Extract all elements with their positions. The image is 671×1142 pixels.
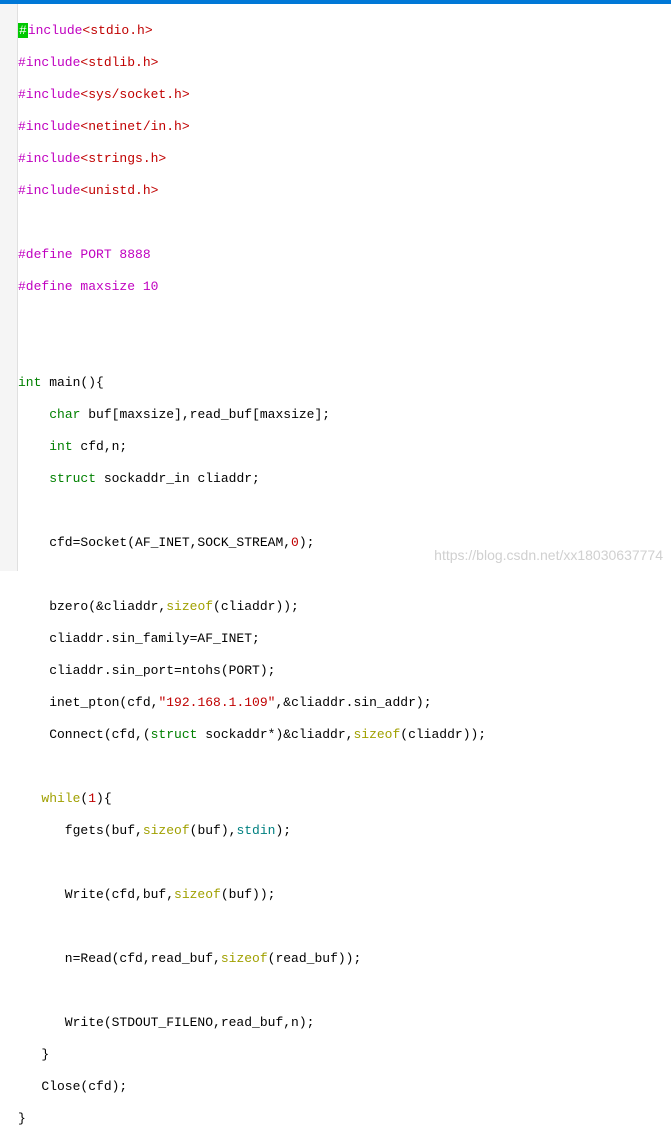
code-text: Connect(cfd,( xyxy=(18,727,151,742)
code-line: inet_pton(cfd,"192.168.1.109",&cliaddr.s… xyxy=(18,695,671,711)
code-line: int cfd,n; xyxy=(18,439,671,455)
code-text: (cliaddr)); xyxy=(400,727,486,742)
code-text: Close(cfd); xyxy=(18,1079,127,1094)
code-line xyxy=(18,855,671,871)
code-text: ,&cliaddr.sin_addr); xyxy=(275,695,431,710)
code-line xyxy=(18,567,671,583)
code-line: cfd=Socket(AF_INET,SOCK_STREAM,0); xyxy=(18,535,671,551)
code-line: } xyxy=(18,1047,671,1063)
preproc-directive: #include xyxy=(18,119,80,134)
keyword-type: char xyxy=(49,407,80,422)
preproc-directive: #include xyxy=(18,151,80,166)
code-text: buf[maxsize],read_buf[maxsize]; xyxy=(80,407,330,422)
number-literal: 1 xyxy=(88,791,96,806)
code-line: Connect(cfd,(struct sockaddr*)&cliaddr,s… xyxy=(18,727,671,743)
code-line: } xyxy=(18,1111,671,1127)
code-line: #include<strings.h> xyxy=(18,151,671,167)
keyword-type: int xyxy=(18,375,41,390)
editor-container: #include<stdio.h> #include<stdlib.h> #in… xyxy=(0,4,671,571)
keyword: sizeof xyxy=(166,599,213,614)
code-line: Write(cfd,buf,sizeof(buf)); xyxy=(18,887,671,903)
header-name: <strings.h> xyxy=(80,151,166,166)
code-line: #include<sys/socket.h> xyxy=(18,87,671,103)
code-line: while(1){ xyxy=(18,791,671,807)
code-line: int main(){ xyxy=(18,375,671,391)
code-line xyxy=(18,215,671,231)
code-text: (buf)); xyxy=(221,887,276,902)
keyword-type: struct xyxy=(49,471,96,486)
code-text: bzero(&cliaddr, xyxy=(18,599,166,614)
code-line xyxy=(18,311,671,327)
keyword-type: struct xyxy=(151,727,198,742)
code-text: inet_pton(cfd, xyxy=(18,695,158,710)
keyword: sizeof xyxy=(221,951,268,966)
builtin: stdin xyxy=(236,823,275,838)
code-line: char buf[maxsize],read_buf[maxsize]; xyxy=(18,407,671,423)
code-editor[interactable]: #include<stdio.h> #include<stdlib.h> #in… xyxy=(18,4,671,571)
header-name: <netinet/in.h> xyxy=(80,119,189,134)
code-text: (cliaddr)); xyxy=(213,599,299,614)
code-text: } xyxy=(18,1111,26,1126)
code-line xyxy=(18,343,671,359)
code-line: struct sockaddr_in cliaddr; xyxy=(18,471,671,487)
code-text: (read_buf)); xyxy=(268,951,362,966)
text-cursor: # xyxy=(18,23,28,38)
keyword-flow: while xyxy=(41,791,80,806)
code-text: cfd,n; xyxy=(73,439,128,454)
code-text: Write(cfd,buf, xyxy=(18,887,174,902)
code-line: Close(cfd); xyxy=(18,1079,671,1095)
code-text: cliaddr.sin_port=ntohs(PORT); xyxy=(18,663,275,678)
code-line: #define PORT 8888 xyxy=(18,247,671,263)
code-line: n=Read(cfd,read_buf,sizeof(read_buf)); xyxy=(18,951,671,967)
keyword-type: int xyxy=(49,439,72,454)
header-name: <stdlib.h> xyxy=(80,55,158,70)
keyword: sizeof xyxy=(353,727,400,742)
code-line xyxy=(18,759,671,775)
preproc-directive: #define PORT 8888 xyxy=(18,247,151,262)
code-text: sockaddr_in cliaddr; xyxy=(96,471,260,486)
code-text: ); xyxy=(275,823,291,838)
code-line: #include<stdlib.h> xyxy=(18,55,671,71)
code-text: Write(STDOUT_FILENO,read_buf,n); xyxy=(18,1015,314,1030)
code-text: ); xyxy=(299,535,315,550)
header-name: <stdio.h> xyxy=(82,23,152,38)
preproc-directive: #include xyxy=(18,183,80,198)
code-text: cliaddr.sin_family=AF_INET; xyxy=(18,631,260,646)
keyword: sizeof xyxy=(174,887,221,902)
header-name: <unistd.h> xyxy=(80,183,158,198)
preproc-directive: #define maxsize 10 xyxy=(18,279,158,294)
code-line: Write(STDOUT_FILENO,read_buf,n); xyxy=(18,1015,671,1031)
code-text: cfd=Socket(AF_INET,SOCK_STREAM, xyxy=(18,535,291,550)
number-literal: 0 xyxy=(291,535,299,550)
line-number-gutter xyxy=(0,4,18,571)
code-line: cliaddr.sin_port=ntohs(PORT); xyxy=(18,663,671,679)
code-line: #include<stdio.h> xyxy=(18,23,671,39)
string-literal: "192.168.1.109" xyxy=(158,695,275,710)
code-line: #include<netinet/in.h> xyxy=(18,119,671,135)
code-line: fgets(buf,sizeof(buf),stdin); xyxy=(18,823,671,839)
code-text: fgets(buf, xyxy=(18,823,143,838)
preproc-directive: #include xyxy=(18,55,80,70)
code-line xyxy=(18,919,671,935)
code-text: main(){ xyxy=(41,375,103,390)
code-line xyxy=(18,503,671,519)
header-name: <sys/socket.h> xyxy=(80,87,189,102)
code-text: } xyxy=(18,1047,49,1062)
code-text: n=Read(cfd,read_buf, xyxy=(18,951,221,966)
code-line: bzero(&cliaddr,sizeof(cliaddr)); xyxy=(18,599,671,615)
code-line: cliaddr.sin_family=AF_INET; xyxy=(18,631,671,647)
code-line: #define maxsize 10 xyxy=(18,279,671,295)
preproc-directive: #include xyxy=(18,87,80,102)
code-text: ( xyxy=(80,791,88,806)
code-text: sockaddr*)&cliaddr, xyxy=(197,727,353,742)
keyword: sizeof xyxy=(143,823,190,838)
code-line: #include<unistd.h> xyxy=(18,183,671,199)
code-text: (buf), xyxy=(190,823,237,838)
preproc-directive: include xyxy=(28,23,83,38)
code-line xyxy=(18,983,671,999)
code-text: ){ xyxy=(96,791,112,806)
